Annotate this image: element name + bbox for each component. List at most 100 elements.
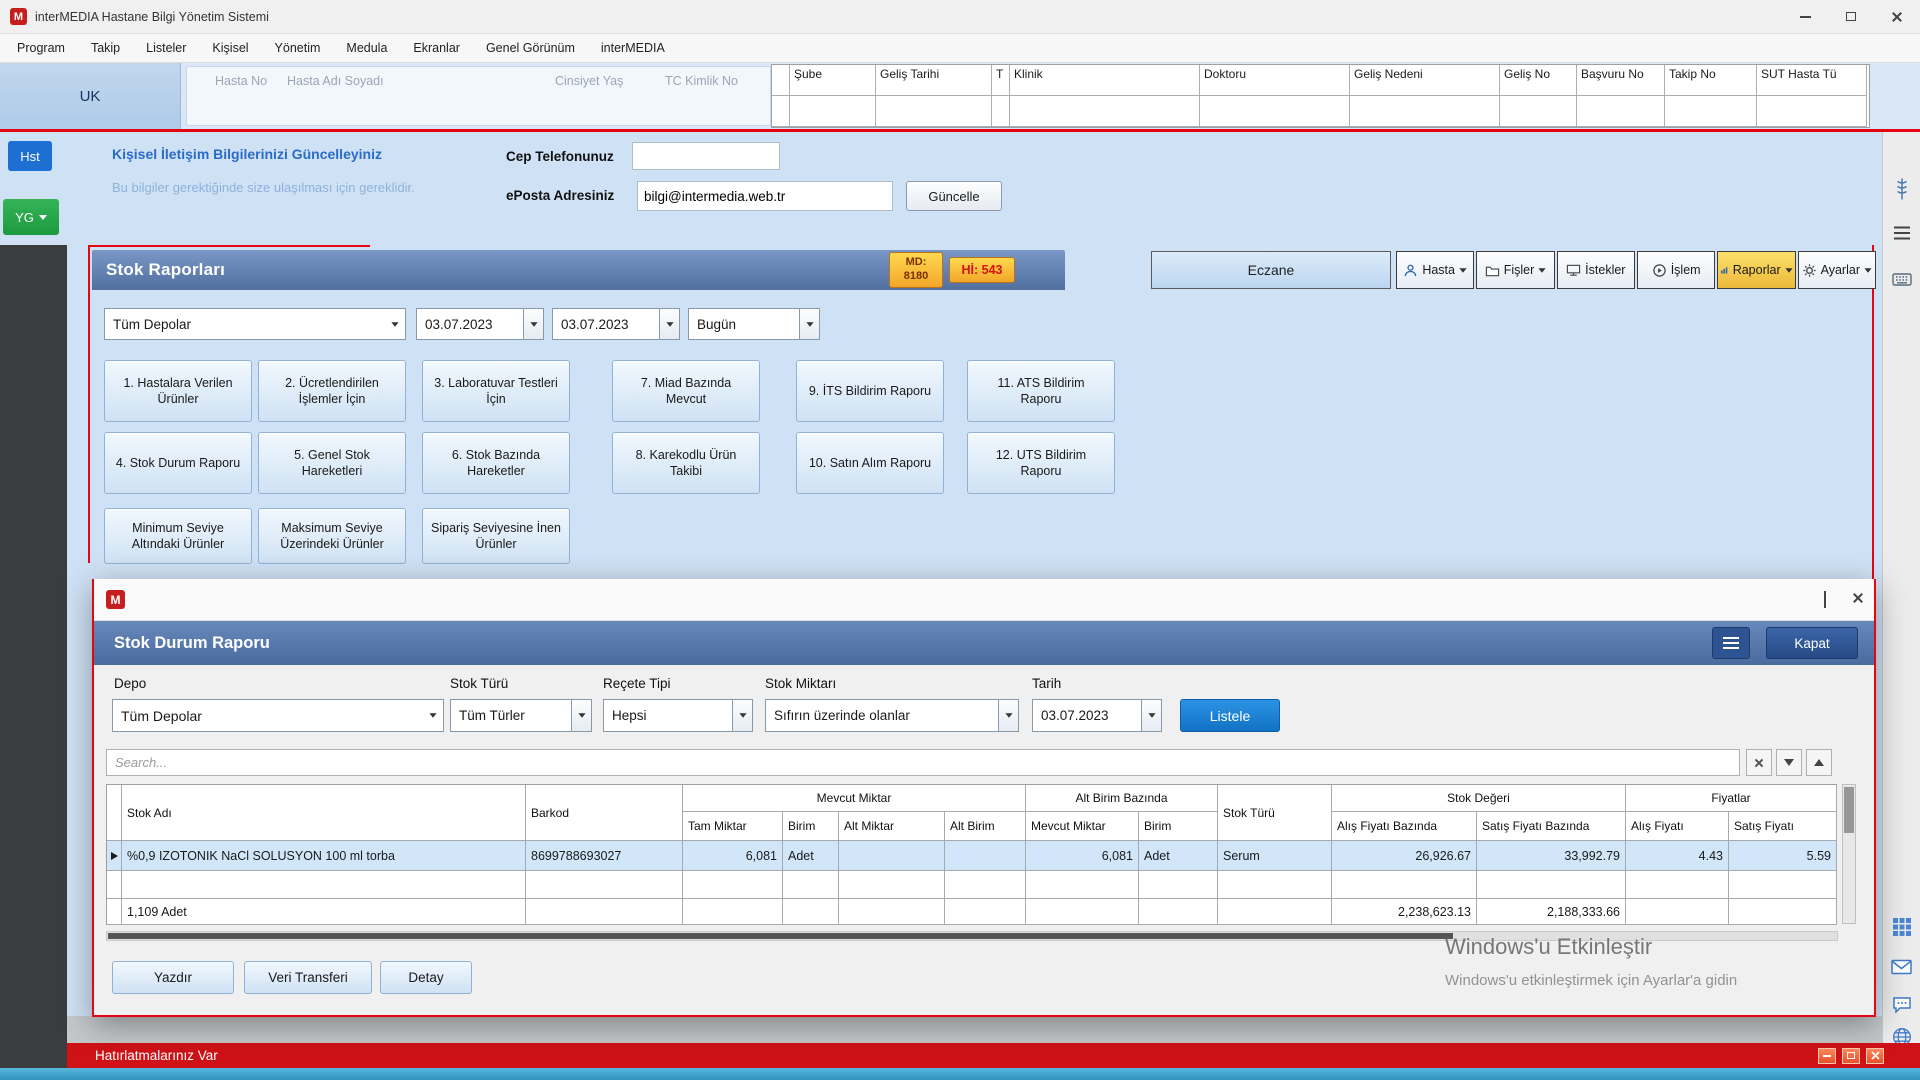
depo-select[interactable]: Tüm Depolar <box>112 699 444 732</box>
report-button-max-seviye[interactable]: Maksimum Seviye Üzerindeki Ürünler <box>258 508 406 564</box>
report-button-5[interactable]: 5. Genel Stok Hareketleri <box>258 432 406 494</box>
list-icon[interactable] <box>1888 222 1916 244</box>
detay-button[interactable]: Detay <box>380 961 472 994</box>
toolbar-raporlar-button[interactable]: Raporlar <box>1717 251 1795 289</box>
recete-tipi-label: Reçete Tipi <box>603 676 671 691</box>
content-background-lower <box>67 1016 1882 1043</box>
listele-button[interactable]: Listele <box>1180 699 1280 732</box>
visit-col-basvuru-no: Başvuru No <box>1577 65 1665 96</box>
email-input[interactable] <box>637 181 893 211</box>
report-button-11[interactable]: 11. ATS Bildirim Raporu <box>967 360 1115 422</box>
red-accent-left <box>88 245 90 563</box>
yazdir-button[interactable]: Yazdır <box>112 961 234 994</box>
chat-icon[interactable] <box>1888 994 1916 1016</box>
medical-caduceus-icon[interactable] <box>1888 176 1916 202</box>
menu-listeler[interactable]: Listeler <box>133 34 199 62</box>
col-satis-bazinda: Satış Fiyatı Bazında <box>1477 812 1626 841</box>
toolbar-islem-button[interactable]: İşlem <box>1637 251 1715 289</box>
phone-label: Cep Telefonunuz <box>506 149 614 164</box>
scrollbar-thumb[interactable] <box>108 933 1453 939</box>
monitor-icon <box>1566 263 1581 278</box>
tarih-picker[interactable]: 03.07.2023 <box>1032 699 1162 732</box>
visit-col-sube: Şube <box>790 65 876 96</box>
app-logo-icon: M <box>10 8 27 25</box>
menu-intermedia[interactable]: interMEDIA <box>588 34 678 62</box>
recete-tipi-select[interactable]: Hepsi <box>603 699 753 732</box>
uk-mode-button[interactable]: UK <box>0 63 181 129</box>
reminder-close-button[interactable] <box>1866 1048 1884 1064</box>
hst-button[interactable]: Hst <box>8 141 52 171</box>
group-alt-birim: Alt Birim Bazında <box>1026 785 1218 812</box>
tarih-label: Tarih <box>1032 676 1061 691</box>
minimize-button[interactable] <box>1782 0 1828 33</box>
menu-ekranlar[interactable]: Ekranlar <box>400 34 473 62</box>
row-indicator <box>107 841 122 871</box>
search-next-button[interactable] <box>1776 749 1802 776</box>
stock-reports-title: Stok Raporları <box>92 260 225 280</box>
menu-medula[interactable]: Medula <box>333 34 400 62</box>
report-button-9[interactable]: 9. İTS Bildirim Raporu <box>796 360 944 422</box>
table-row[interactable]: %0,9 IZOTONIK NaCl SOLUSYON 100 ml torba <box>122 841 526 871</box>
phone-input[interactable] <box>632 142 780 170</box>
report-button-3[interactable]: 3. Laboratuvar Testleri İçin <box>422 360 570 422</box>
reminder-minimize-button[interactable] <box>1818 1048 1836 1064</box>
app-grid-icon[interactable] <box>1888 916 1916 938</box>
close-button[interactable] <box>1874 0 1920 33</box>
stok-turu-select[interactable]: Tüm Türler <box>450 699 592 732</box>
report-button-10[interactable]: 10. Satın Alım Raporu <box>796 432 944 494</box>
toolbar-hasta-button[interactable]: Hasta <box>1396 251 1474 289</box>
menu-program[interactable]: Program <box>4 34 78 62</box>
reminder-restore-button[interactable] <box>1842 1048 1860 1064</box>
depot-select[interactable]: Tüm Depolar <box>104 308 406 340</box>
date-to-picker[interactable]: 03.07.2023 <box>552 308 680 340</box>
search-prev-button[interactable] <box>1806 749 1832 776</box>
eczane-button[interactable]: Eczane <box>1151 251 1391 289</box>
dialog-maximize-button[interactable] <box>1824 592 1826 607</box>
period-select[interactable]: Bugün <box>688 308 820 340</box>
taskbar-sliver <box>0 1068 1920 1080</box>
close-icon <box>1891 11 1903 23</box>
search-clear-button[interactable] <box>1746 749 1772 776</box>
vertical-scrollbar[interactable] <box>1842 784 1856 924</box>
report-button-1[interactable]: 1. Hastalara Verilen Ürünler <box>104 360 252 422</box>
reminder-bar[interactable]: Hatırlatmalarınız Var <box>67 1043 1920 1068</box>
menu-genel-gorunum[interactable]: Genel Görünüm <box>473 34 588 62</box>
report-button-8[interactable]: 8. Karekodlu Ürün Takibi <box>612 432 760 494</box>
toolbar-istekler-button[interactable]: İstekler <box>1557 251 1635 289</box>
toolbar-fisler-button[interactable]: Fişler <box>1476 251 1554 289</box>
maximize-button[interactable] <box>1828 0 1874 33</box>
menu-takip[interactable]: Takip <box>78 34 133 62</box>
search-input[interactable] <box>106 749 1740 776</box>
mail-icon[interactable] <box>1888 956 1916 978</box>
report-button-min-seviye[interactable]: Minimum Seviye Altındaki Ürünler <box>104 508 252 564</box>
scrollbar-thumb[interactable] <box>1844 787 1854 833</box>
report-button-12[interactable]: 12. UTS Bildirim Raporu <box>967 432 1115 494</box>
report-button-4[interactable]: 4. Stok Durum Raporu <box>104 432 252 494</box>
toolbar-ayarlar-button[interactable]: Ayarlar <box>1798 251 1876 289</box>
kapat-button[interactable]: Kapat <box>1766 627 1858 659</box>
yg-button[interactable]: YG <box>3 199 59 235</box>
gear-icon <box>1802 263 1817 278</box>
date-from-picker[interactable]: 03.07.2023 <box>416 308 544 340</box>
hi-counter-badge[interactable]: Hİ: 543 <box>949 257 1015 283</box>
keyboard-icon[interactable] <box>1888 268 1916 290</box>
menu-hamburger-button[interactable] <box>1712 627 1750 659</box>
col-alt-miktar: Alt Miktar <box>839 812 945 841</box>
report-button-2[interactable]: 2. Ücretlendirilen İşlemler İçin <box>258 360 406 422</box>
guncelle-button[interactable]: Güncelle <box>906 181 1002 211</box>
row-arrow-icon <box>111 852 118 860</box>
report-button-7[interactable]: 7. Miad Bazında Mevcut <box>612 360 760 422</box>
report-button-siparis-seviye[interactable]: Sipariş Seviyesine İnen Ürünler <box>422 508 570 564</box>
menu-yonetim[interactable]: Yönetim <box>262 34 334 62</box>
stok-miktari-select[interactable]: Sıfırın üzerinde olanlar <box>765 699 1019 732</box>
veri-transferi-button[interactable]: Veri Transferi <box>244 961 372 994</box>
chevron-down-icon <box>799 309 819 339</box>
col-alis-fiyati: Alış Fiyatı <box>1626 812 1729 841</box>
patient-search-input[interactable]: Hasta No Hasta Adı Soyadı Cinsiyet Yaş T… <box>186 66 771 126</box>
app-window: M interMEDIA Hastane Bilgi Yönetim Siste… <box>0 0 1920 1080</box>
menu-bar: Program Takip Listeler Kişisel Yönetim M… <box>0 34 1920 63</box>
col-birim-2: Birim <box>1139 812 1218 841</box>
report-button-6[interactable]: 6. Stok Bazında Hareketler <box>422 432 570 494</box>
menu-kisisel[interactable]: Kişisel <box>199 34 261 62</box>
md-counter-badge[interactable]: MD: 8180 <box>889 252 943 288</box>
